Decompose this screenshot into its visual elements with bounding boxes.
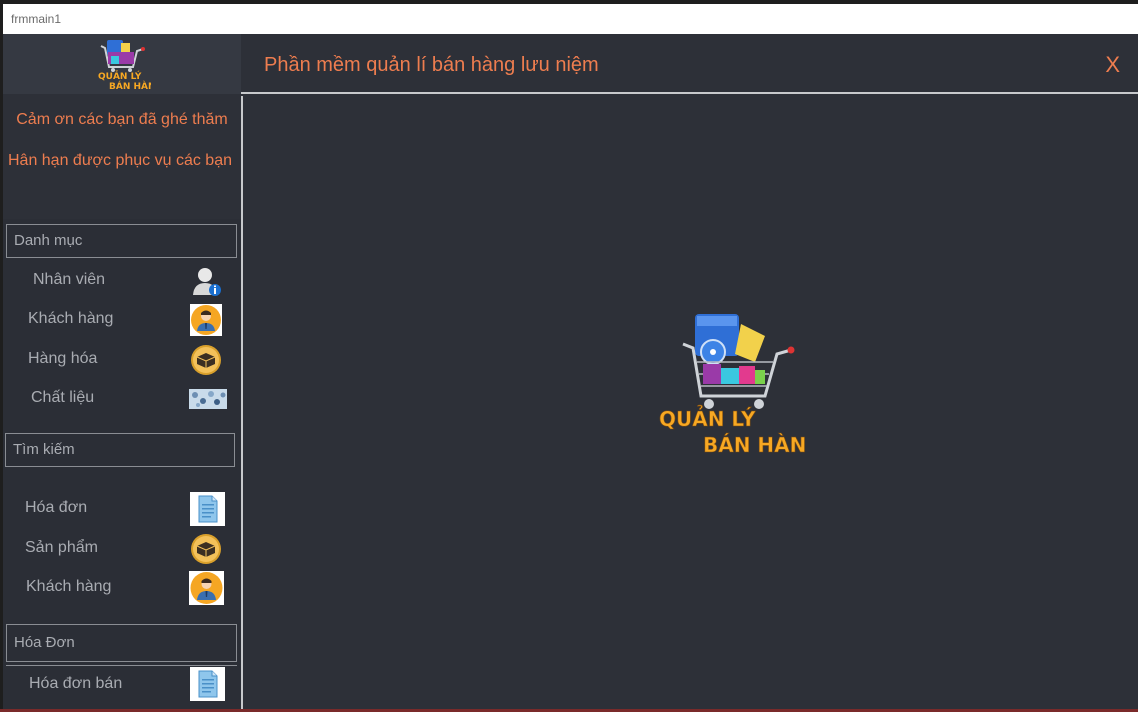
menu-item-label: Sản phẩm [25,539,98,556]
menu-item-label: Nhân viên [33,271,106,288]
welcome-panel: Cảm ơn các bạn đã ghé thăm Hân hạn được … [3,94,241,219]
menu-item-san-pham[interactable]: Sản phẩm [3,530,241,568]
menu-item-khach-hang[interactable]: Khách hàng [3,301,241,339]
window-title: frmmain1 [11,12,62,26]
welcome-line-1: Cảm ơn các bạn đã ghé thăm [16,111,228,128]
window-titlebar: frmmain1 [3,4,1138,34]
close-button[interactable]: X [1105,52,1120,78]
goods-box-icon [191,345,221,375]
divider [6,665,237,666]
menu-item-hang-hoa[interactable]: Hàng hóa [3,341,241,379]
welcome-line-2: Hân hạn được phục vụ các bạn [7,152,232,169]
customer-avatar-icon [189,571,224,605]
menu-item-khach-hang-search[interactable]: Khách hàng [3,569,241,607]
menu-item-label: Hàng hóa [28,350,98,367]
group-header-danh-muc[interactable]: Danh mục [6,224,237,258]
center-logo-line1: QUẢN LÝ [659,406,756,431]
menu-item-hoa-don-ban[interactable]: Hóa đơn bán [3,666,241,704]
menu-item-hoa-don[interactable]: Hóa đơn [3,490,241,528]
center-logo-line2: BÁN HÀNG [703,433,805,457]
main-header: Phần mềm quản lí bán hàng lưu niệm X [241,34,1138,94]
sidebar: QUẢN LÝ BÁN HÀNG Cảm ơn các bạn đã ghé t… [3,34,241,712]
shopping-cart-logo-icon: QUẢN LÝ BÁN HÀNG [659,314,805,457]
invoice-document-icon [190,492,225,526]
page-title: Phần mềm quản lí bán hàng lưu niệm [264,54,599,76]
brand-area: QUẢN LÝ BÁN HÀNG [3,34,241,94]
menu-section: Danh mục Nhân viên Khách hàng Hàng hóa C… [3,219,241,712]
menu-item-label: Khách hàng [28,310,114,327]
menu-item-chat-lieu[interactable]: Chất liệu [3,380,241,418]
menu-item-label: Khách hàng [26,578,112,595]
menu-item-label: Hóa đơn [25,499,88,516]
brand-logo-line1: QUẢN LÝ [98,70,142,82]
brand-logo-line2: BÁN HÀNG [109,80,151,92]
menu-item-nhan-vien[interactable]: Nhân viên [3,262,241,300]
customer-avatar-icon [190,304,222,336]
user-info-icon [193,268,221,296]
main-content: QUẢN LÝ BÁN HÀNG [241,96,1138,712]
material-texture-icon [189,389,227,409]
invoice-document-icon [190,667,225,701]
goods-box-icon [191,534,221,564]
menu-item-label: Hóa đơn bán [29,675,123,692]
menu-item-label: Chất liệu [31,389,95,406]
shopping-cart-logo-icon: QUẢN LÝ BÁN HÀNG [98,40,151,92]
main-window: QUẢN LÝ BÁN HÀNG Cảm ơn các bạn đã ghé t… [3,34,1138,712]
group-header-hoa-don[interactable]: Hóa Đơn [6,624,237,662]
group-header-tim-kiem[interactable]: Tìm kiếm [5,433,235,467]
